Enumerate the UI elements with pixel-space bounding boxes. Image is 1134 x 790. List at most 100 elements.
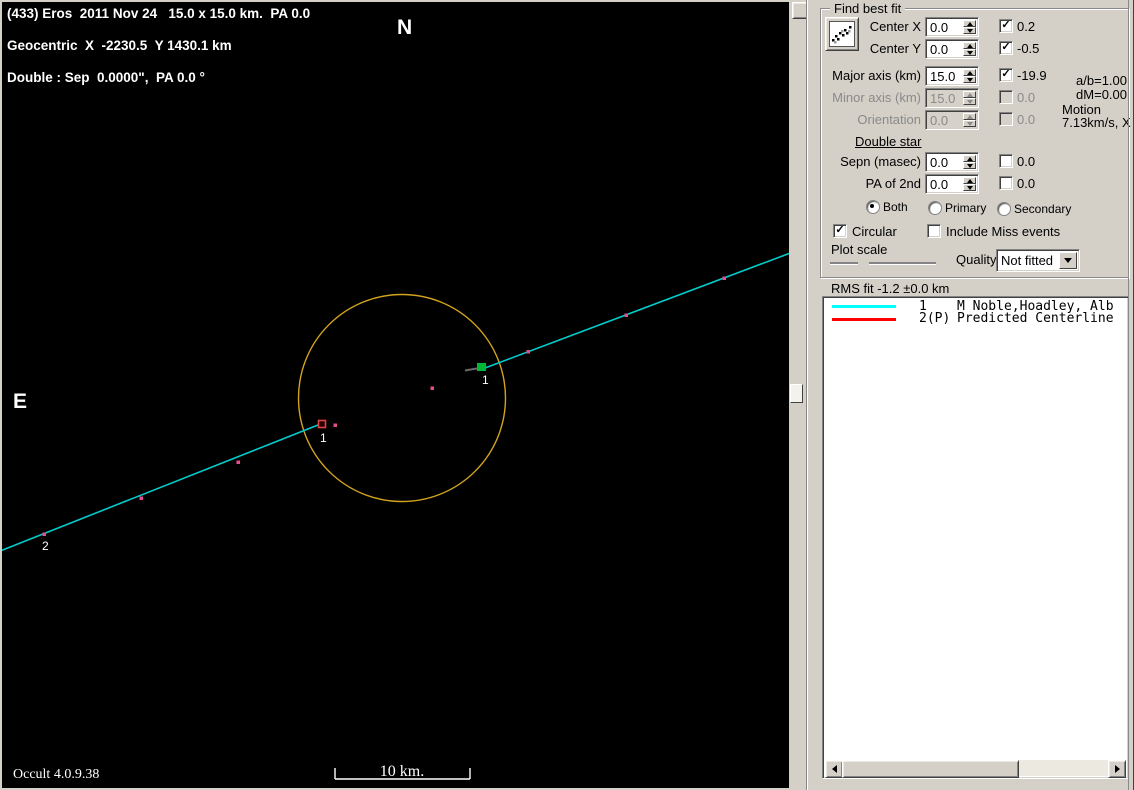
- orientation-label: Orientation: [857, 112, 921, 127]
- occult-window: 1 1 2 10 km. (433) Eros 2011 Nov 24 15.0…: [0, 0, 1134, 790]
- arrow-right-icon: [1114, 765, 1120, 773]
- orientation-checkbox: [999, 112, 1013, 126]
- major-axis-value[interactable]: 15.0: [930, 69, 955, 84]
- sepn-value[interactable]: 0.0: [930, 155, 948, 170]
- center-x-spin-up[interactable]: [963, 20, 976, 27]
- sepn-label: Sepn (masec): [840, 154, 921, 169]
- disappearance-marker[interactable]: [477, 363, 486, 371]
- pa2nd-spin-up[interactable]: [963, 177, 976, 184]
- chord2-label: 2: [42, 539, 49, 553]
- sepn-spinner[interactable]: 0.0: [925, 152, 979, 172]
- reappearance-label: 1: [320, 431, 327, 445]
- plot-scale-slider-track[interactable]: [830, 262, 936, 265]
- pa2nd-delta: 0.0: [1017, 176, 1036, 191]
- chevron-down-icon: [1064, 258, 1072, 263]
- orientation-spinner: 0.0: [925, 110, 979, 130]
- pa2nd-spinner[interactable]: 0.0: [925, 174, 979, 194]
- circular-label: Circular: [852, 224, 897, 239]
- orientation-value: 0.0: [930, 113, 949, 128]
- minor-axis-label: Minor axis (km): [832, 90, 921, 105]
- occultation-plot[interactable]: 1 1 2 10 km. (433) Eros 2011 Nov 24 15.0…: [2, 2, 789, 788]
- major-axis-spin-down[interactable]: [963, 76, 976, 83]
- radio-secondary[interactable]: [997, 202, 1011, 216]
- plot-canvas: 1 1 2 10 km.: [2, 252, 789, 780]
- center-x-value[interactable]: 0.0: [930, 20, 948, 35]
- legend-row-2[interactable]: 2(P) Predicted Centerline: [823, 311, 1128, 326]
- info-line-2: Geocentric X -2230.5 Y 1430.1 km: [7, 38, 232, 53]
- minor-axis-spin-up: [963, 91, 976, 98]
- major-axis-checkbox[interactable]: ✓: [999, 68, 1013, 82]
- north-direction-label: N: [397, 16, 413, 39]
- scroll-left-button[interactable]: [825, 760, 843, 778]
- splitter-drag-handle[interactable]: [790, 384, 803, 403]
- circular-checkbox[interactable]: ✓: [833, 224, 847, 238]
- major-axis-spin-up[interactable]: [963, 69, 976, 76]
- minor-axis-spin-down: [963, 98, 976, 105]
- sepn-checkbox[interactable]: [999, 154, 1013, 168]
- orientation-spin-down: [963, 120, 976, 127]
- center-y-checkbox[interactable]: ✓: [999, 41, 1013, 55]
- splitter-strip[interactable]: [789, 2, 808, 788]
- motion-value: 7.13km/s, X: [1062, 115, 1131, 130]
- legend-row-2-id: 2(P): [919, 311, 951, 326]
- center-x-spinner[interactable]: 0.0: [925, 17, 979, 37]
- disappearance-label: 1: [482, 373, 489, 387]
- chord2-color-swatch: [832, 318, 896, 321]
- quality-combobox[interactable]: Not fitted: [996, 249, 1080, 272]
- orientation-spin-up: [963, 113, 976, 120]
- center-y-label: Center Y: [869, 41, 921, 56]
- double-star-heading: Double star: [855, 134, 922, 149]
- radio-primary[interactable]: [928, 201, 942, 215]
- asteroid-limb-circle: [297, 293, 507, 503]
- sepn-spin-down[interactable]: [963, 162, 976, 169]
- legend-row-2-name: Predicted Centerline: [957, 311, 1114, 326]
- pa2nd-spin-down[interactable]: [963, 184, 976, 191]
- dm-label: dM=0.00: [1076, 87, 1127, 102]
- center-x-label: Center X: [869, 19, 921, 34]
- rms-fit-label: RMS fit -1.2 ±0.0 km: [831, 281, 950, 296]
- event-info-text: (433) Eros 2011 Nov 24 15.0 x 15.0 km. P…: [7, 6, 310, 86]
- pa2nd-value[interactable]: 0.0: [930, 177, 948, 192]
- axis-ratio-label: a/b=1.00: [1076, 73, 1127, 88]
- chord1-color-swatch: [832, 305, 896, 308]
- major-axis-label: Major axis (km): [832, 68, 921, 83]
- radio-both[interactable]: [866, 200, 880, 214]
- radio-primary-label: Primary: [945, 201, 987, 215]
- arrow-left-icon: [831, 765, 837, 773]
- quality-value: Not fitted: [1001, 253, 1054, 268]
- minor-axis-spinner: 15.0: [925, 88, 979, 108]
- star-path-pre-occultation: [2, 424, 319, 552]
- scale-bar-label: 10 km.: [380, 763, 424, 780]
- scrollbar-thumb[interactable]: [842, 760, 1019, 778]
- center-y-spin-up[interactable]: [963, 42, 976, 49]
- minor-axis-delta: 0.0: [1017, 90, 1036, 105]
- east-direction-label: E: [13, 390, 28, 413]
- sepn-delta: 0.0: [1017, 154, 1036, 169]
- app-version-label: Occult 4.0.9.38: [13, 767, 100, 782]
- legend-horizontal-scrollbar[interactable]: [825, 760, 1126, 778]
- sepn-spin-up[interactable]: [963, 155, 976, 162]
- center-y-spin-down[interactable]: [963, 49, 976, 56]
- pa2nd-label: PA of 2nd: [865, 176, 921, 191]
- quality-dropdown-button[interactable]: [1059, 252, 1077, 269]
- minor-axis-checkbox: [999, 90, 1013, 104]
- info-line-1: (433) Eros 2011 Nov 24 15.0 x 15.0 km. P…: [7, 6, 311, 21]
- observer-legend-list[interactable]: 1 M Noble,Hoadley, Alb 2(P) Predicted Ce…: [822, 296, 1129, 779]
- center-y-spinner[interactable]: 0.0: [925, 39, 979, 59]
- center-y-delta: -0.5: [1017, 41, 1040, 56]
- quality-label: Quality: [956, 252, 997, 267]
- miss-events-checkbox[interactable]: [927, 224, 941, 238]
- major-axis-spinner[interactable]: 15.0: [925, 66, 979, 86]
- center-x-spin-down[interactable]: [963, 27, 976, 34]
- center-x-checkbox[interactable]: ✓: [999, 19, 1013, 33]
- fit-residual-stub: [464, 367, 478, 372]
- miss-events-label: Include Miss events: [946, 224, 1061, 239]
- scroll-right-button[interactable]: [1108, 760, 1126, 778]
- center-y-value[interactable]: 0.0: [930, 42, 948, 57]
- radio-both-label: Both: [883, 200, 908, 214]
- reappearance-marker[interactable]: [317, 419, 327, 429]
- pa2nd-checkbox[interactable]: [999, 176, 1013, 190]
- minor-axis-value: 15.0: [930, 91, 956, 106]
- orientation-delta: 0.0: [1017, 112, 1036, 127]
- panel-right-edge: [1128, 0, 1129, 790]
